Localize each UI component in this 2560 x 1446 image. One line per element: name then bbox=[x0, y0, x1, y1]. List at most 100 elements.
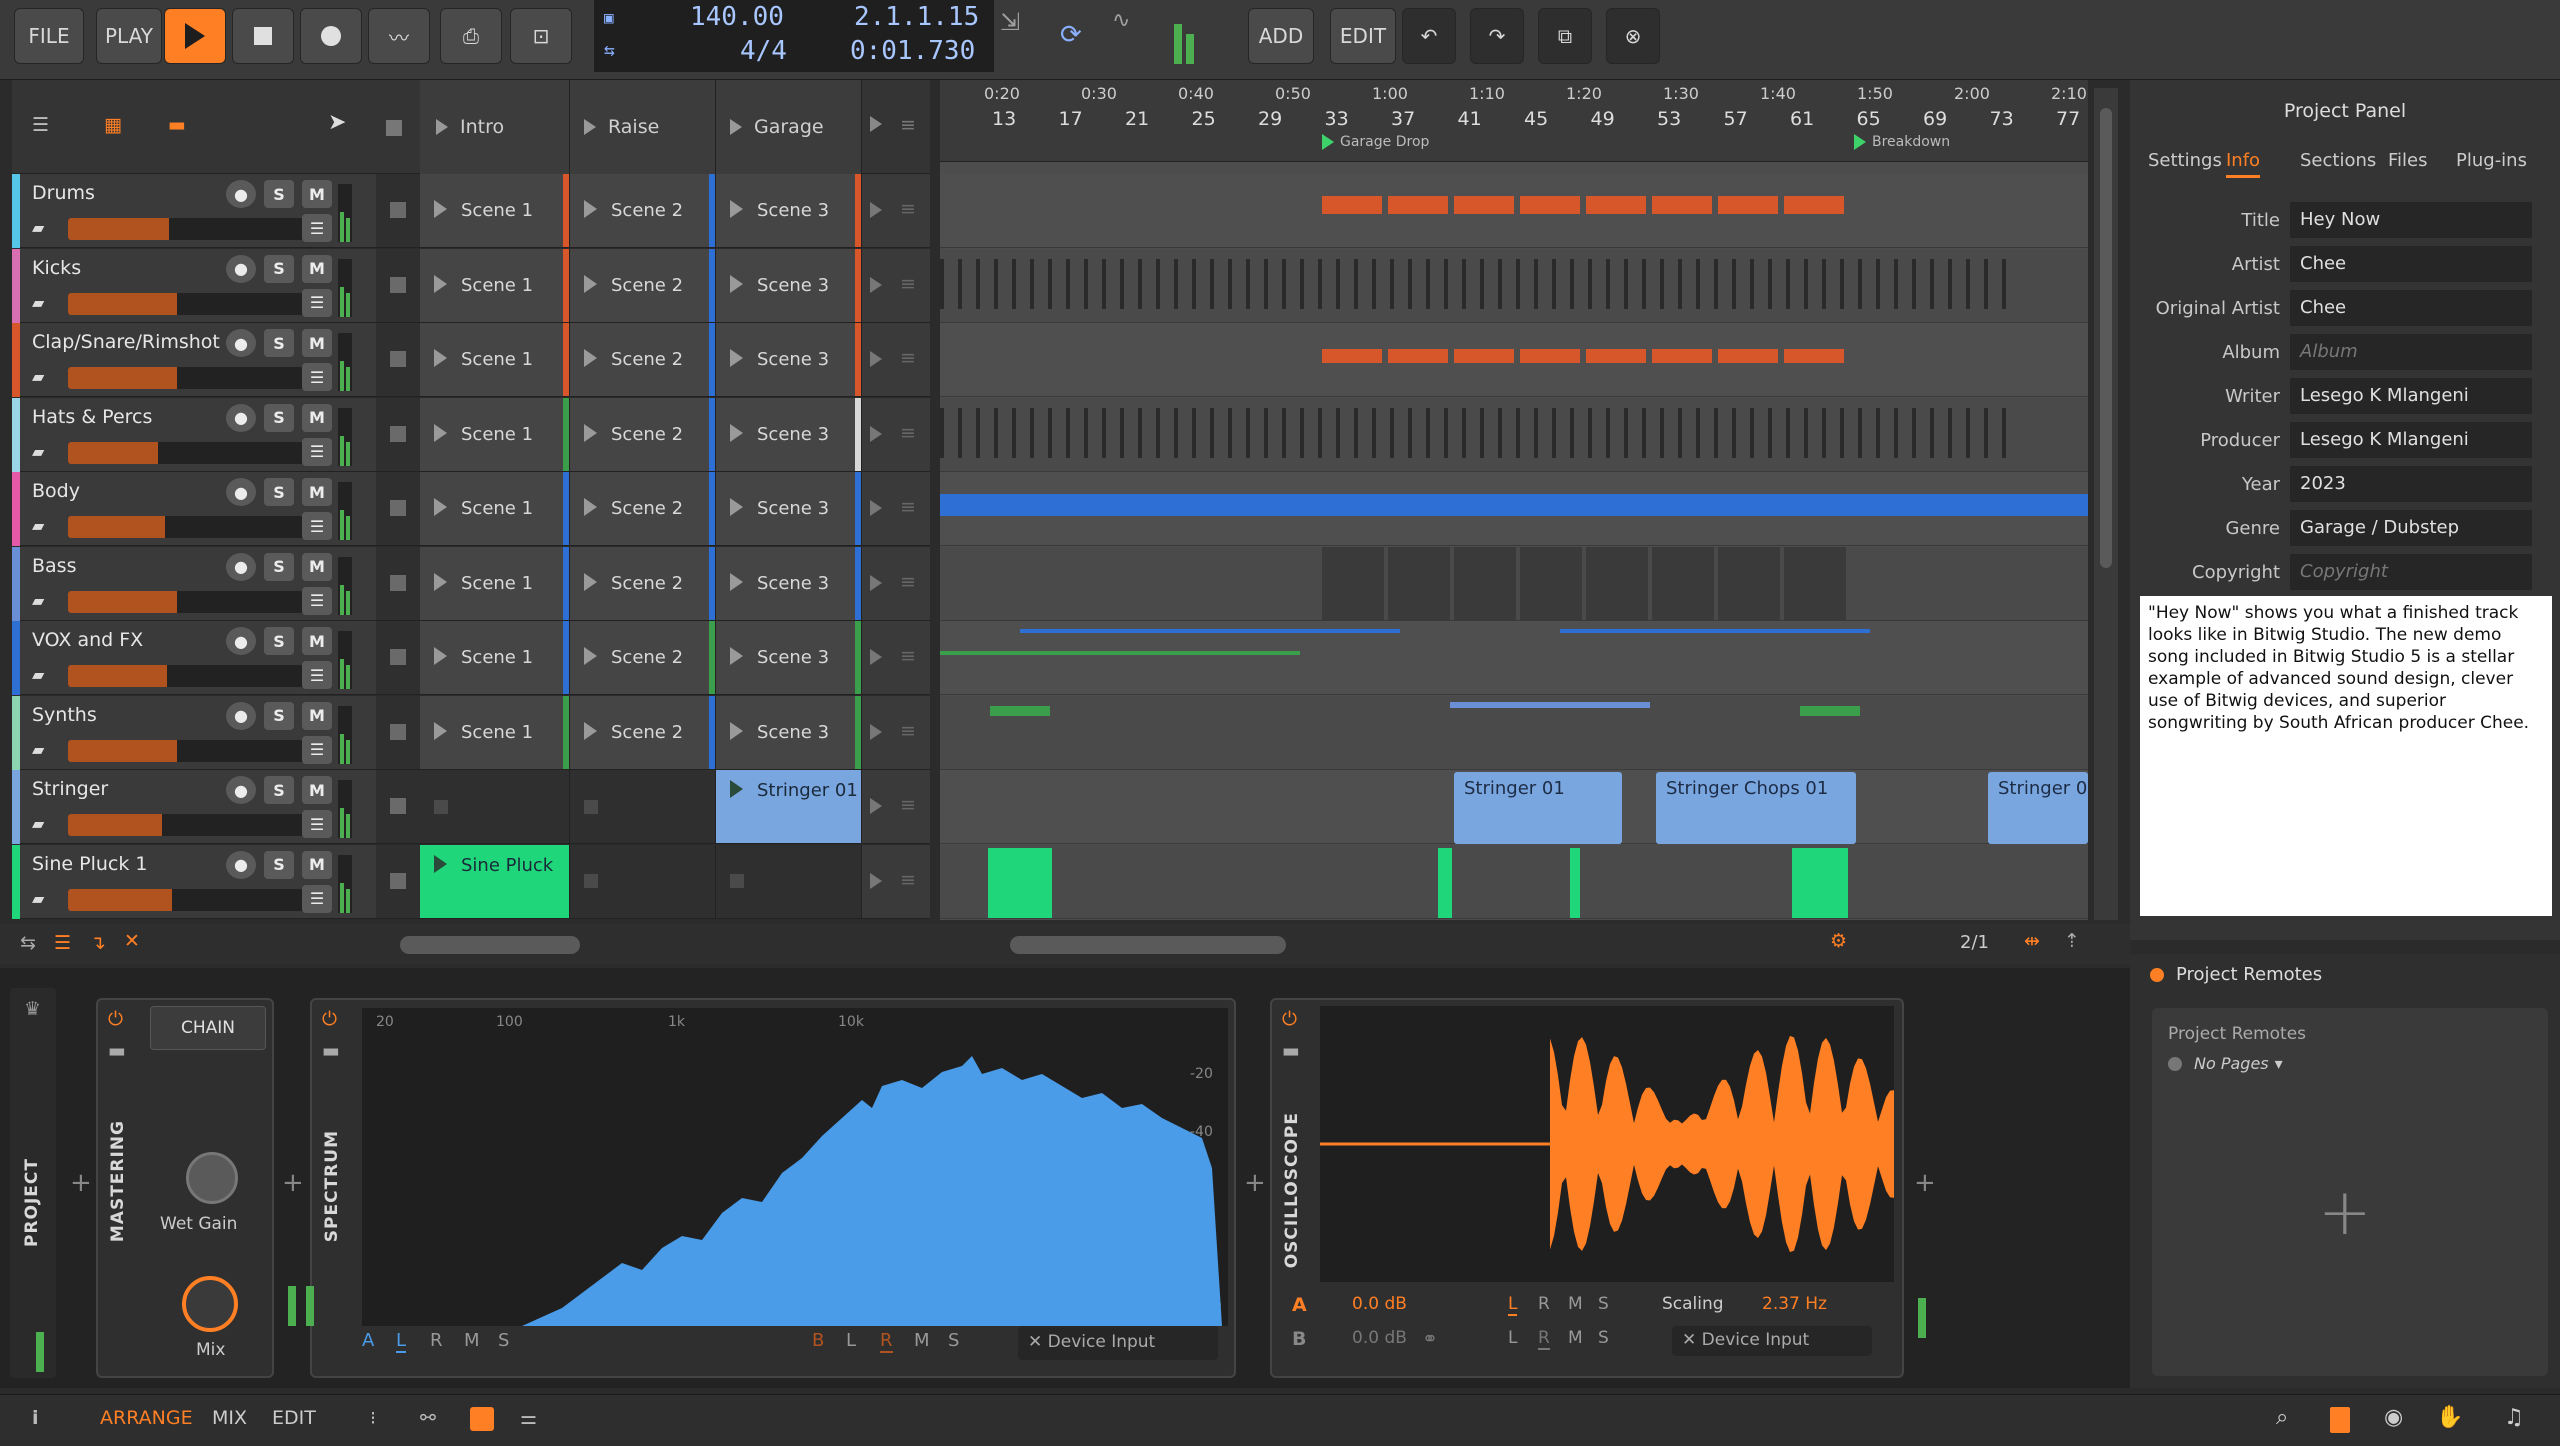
folder-icon[interactable]: ▰ bbox=[32, 740, 44, 759]
track-launch-icon[interactable] bbox=[870, 574, 882, 591]
folder-icon[interactable]: ▰ bbox=[32, 516, 44, 535]
folder-icon[interactable]: ▰ bbox=[32, 293, 44, 312]
track-launch-icon[interactable] bbox=[870, 649, 882, 665]
folder-icon[interactable]: ▰ bbox=[32, 665, 44, 684]
arranger-lane[interactable] bbox=[940, 323, 2088, 397]
record-arm-button[interactable]: ● bbox=[226, 180, 256, 208]
record-button[interactable] bbox=[300, 8, 362, 64]
channel-toggle[interactable]: R bbox=[430, 1330, 443, 1351]
folder-icon[interactable]: ▬ bbox=[322, 1040, 340, 1062]
view-tab-edit[interactable]: EDIT bbox=[272, 1407, 316, 1429]
add-remote-icon[interactable]: + bbox=[2318, 1176, 2372, 1250]
stop-clip-slot[interactable] bbox=[376, 546, 420, 620]
track-launch-icon[interactable] bbox=[870, 202, 882, 218]
track-volume-fader[interactable] bbox=[68, 292, 304, 315]
mute-button[interactable]: M bbox=[302, 180, 332, 208]
track-menu-icon[interactable]: ☰ bbox=[32, 114, 49, 136]
search-icon[interactable]: ⌕ bbox=[2276, 1405, 2288, 1430]
mute-button[interactable]: M bbox=[302, 850, 332, 879]
chain-button[interactable]: CHAIN bbox=[150, 1006, 266, 1050]
clip-slot[interactable]: Sine Pluck bbox=[420, 844, 570, 918]
metronome-icon[interactable]: ▣ bbox=[604, 8, 614, 27]
stop-clip-slot[interactable] bbox=[376, 472, 420, 545]
undo-button[interactable]: ↶ bbox=[1402, 8, 1456, 64]
position-bars[interactable]: 2.1.1.15 bbox=[854, 2, 979, 32]
track-row[interactable]: Body ▰ ● S M ☰ Scene 1 Scene 2 Scene 3 ≡ bbox=[12, 472, 930, 546]
punch-button[interactable]: ⊡ bbox=[510, 8, 572, 64]
osc-b-gain[interactable]: 0.0 dB bbox=[1352, 1328, 1407, 1348]
clip-slot[interactable]: Scene 1 bbox=[420, 472, 570, 545]
track-name[interactable]: Clap/Snare/Rimshot bbox=[32, 331, 220, 353]
field-copyright[interactable]: Copyright bbox=[2290, 554, 2532, 590]
power-icon[interactable]: ⏻ bbox=[1282, 1008, 1297, 1030]
time-signature[interactable]: 4/4 bbox=[740, 36, 787, 66]
clip-slot[interactable]: Scene 1 bbox=[420, 621, 570, 694]
track-slot-menu-icon[interactable]: ≡ bbox=[900, 496, 916, 518]
stop-clip-slot[interactable] bbox=[376, 844, 420, 918]
solo-button[interactable]: S bbox=[264, 478, 294, 506]
arrow-down-icon[interactable]: ↴ bbox=[90, 932, 106, 954]
copy-button[interactable]: ⧉ bbox=[1538, 8, 1592, 64]
clip-slot[interactable]: Scene 2 bbox=[570, 174, 716, 247]
view-tab-mix[interactable]: MIX bbox=[212, 1407, 247, 1429]
redo-button[interactable]: ↷ bbox=[1470, 8, 1524, 64]
arranger-timeline[interactable]: 0:20 0:30 0:40 0:50 1:00 1:10 1:20 1:30 1:40 1:50… bbox=[940, 80, 2088, 920]
play-button[interactable] bbox=[164, 8, 226, 64]
solo-button[interactable]: S bbox=[264, 701, 294, 730]
track-launch-icon[interactable] bbox=[870, 425, 882, 442]
link-icon[interactable]: ⚭ bbox=[1422, 1328, 1438, 1350]
record-arm-button[interactable]: ● bbox=[226, 701, 256, 730]
track-volume-fader[interactable] bbox=[68, 739, 304, 762]
clip-slot[interactable]: Scene 3 bbox=[716, 248, 862, 322]
swap-icon[interactable]: ⇆ bbox=[20, 932, 36, 954]
tempo-value[interactable]: 140.00 bbox=[690, 2, 784, 32]
device-view-icon[interactable] bbox=[470, 1407, 494, 1431]
project-tab-settings[interactable]: Settings bbox=[2148, 150, 2222, 171]
channel-toggle[interactable]: L bbox=[846, 1330, 856, 1351]
project-tab-plugins[interactable]: Plug-ins bbox=[2456, 150, 2527, 171]
solo-button[interactable]: S bbox=[264, 254, 294, 283]
track-slot-menu-icon[interactable]: ≡ bbox=[900, 422, 916, 444]
add-button[interactable]: ADD bbox=[1248, 8, 1314, 64]
track-launch-icon[interactable] bbox=[870, 500, 882, 516]
track-menu-button[interactable]: ☰ bbox=[302, 437, 332, 466]
mute-button[interactable]: M bbox=[302, 329, 332, 357]
track-row[interactable]: Clap/Snare/Rimshot ▰ ● S M ☰ Scene 1 Scene 2 Sce… bbox=[12, 323, 930, 397]
track-volume-fader[interactable] bbox=[68, 441, 304, 464]
track-slot-menu-icon[interactable]: ≡ bbox=[900, 645, 916, 667]
scaling-value[interactable]: 2.37 Hz bbox=[1762, 1294, 1827, 1314]
mixer-icon[interactable]: ⚌ bbox=[520, 1407, 537, 1429]
list-view-icon[interactable]: ▬ bbox=[168, 114, 186, 136]
arranger-lane[interactable] bbox=[940, 695, 2088, 770]
field-title[interactable]: Hey Now bbox=[2290, 202, 2532, 238]
arranger-horizontal-scrollbar[interactable] bbox=[1010, 936, 1286, 954]
tempo-nudge-icon[interactable]: ⇆ bbox=[604, 40, 615, 61]
add-device-icon[interactable]: + bbox=[282, 1168, 304, 1198]
track-slot-menu-icon[interactable]: ≡ bbox=[900, 571, 916, 593]
camera-icon[interactable]: ◉ bbox=[2384, 1405, 2403, 1430]
track-row[interactable]: Bass ▰ ● S M ☰ Scene 1 Scene 2 Scene 3 ≡ bbox=[12, 546, 930, 621]
stop-clip-slot[interactable] bbox=[376, 248, 420, 322]
channel-toggle[interactable]: S bbox=[498, 1330, 509, 1351]
field-writer[interactable]: Lesego K Mlangeni bbox=[2290, 378, 2532, 414]
stop-clip-slot[interactable] bbox=[376, 695, 420, 769]
solo-button[interactable]: S bbox=[264, 850, 294, 879]
arranger-clip-stringer-01[interactable]: Stringer 01 bbox=[1454, 772, 1622, 844]
remotes-page-selector[interactable]: No Pages ▾ bbox=[2168, 1054, 2283, 1073]
info-icon[interactable]: i bbox=[32, 1407, 39, 1429]
pointer-tool-icon[interactable]: ➤ bbox=[328, 110, 346, 135]
track-name[interactable]: Synths bbox=[32, 704, 97, 726]
mute-button[interactable]: M bbox=[302, 627, 332, 655]
solo-button[interactable]: S bbox=[264, 776, 294, 804]
record-arm-button[interactable]: ● bbox=[226, 478, 256, 506]
solo-button[interactable]: S bbox=[264, 180, 294, 208]
add-device-icon[interactable]: + bbox=[1914, 1168, 1936, 1198]
clip-slot[interactable]: Scene 1 bbox=[420, 323, 570, 396]
add-device-icon[interactable]: + bbox=[70, 1168, 92, 1198]
solo-button[interactable]: S bbox=[264, 627, 294, 655]
folder-icon[interactable]: ▰ bbox=[32, 814, 44, 833]
edit-menu-button[interactable]: EDIT bbox=[1330, 8, 1396, 64]
track-menu-button[interactable]: ☰ bbox=[302, 288, 332, 317]
scene-header-garage[interactable]: Garage bbox=[716, 80, 862, 174]
clip-slot[interactable]: Scene 3 bbox=[716, 472, 862, 545]
